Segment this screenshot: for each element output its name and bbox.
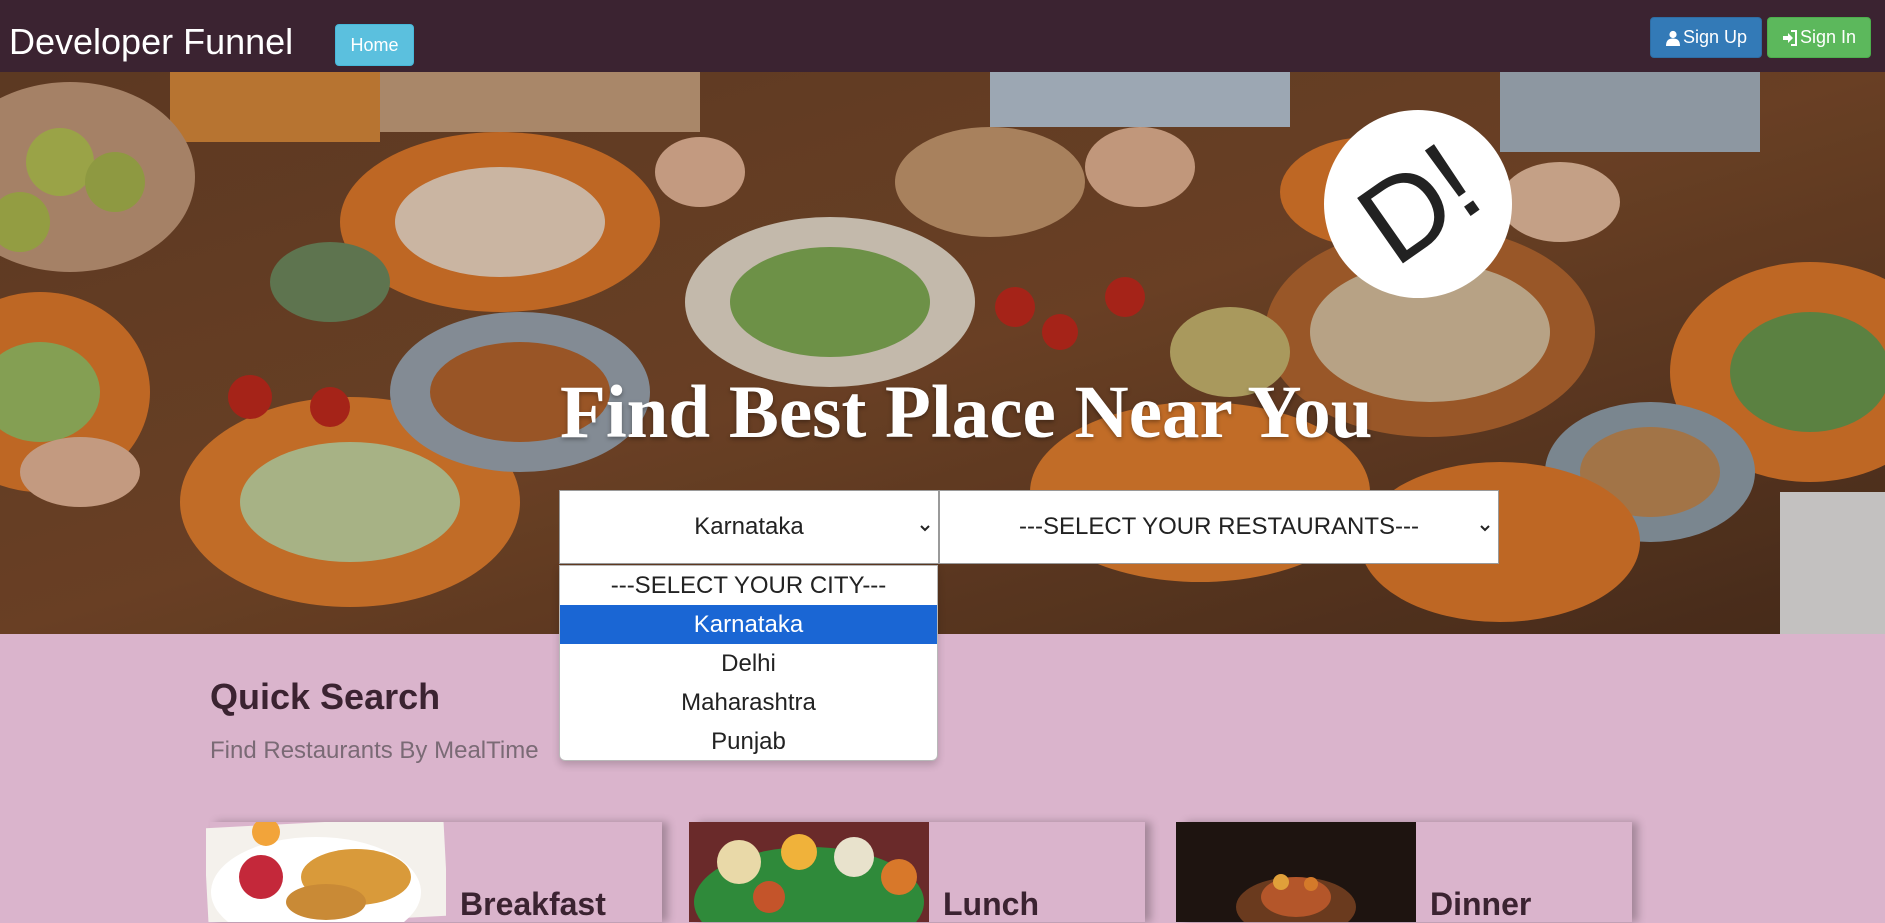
city-select-value: Karnataka (694, 513, 804, 540)
city-option-karnataka[interactable]: Karnataka (560, 605, 937, 644)
dinner-image (1176, 822, 1416, 922)
logo-badge[interactable]: D! (1324, 110, 1512, 298)
city-dropdown-list: ---SELECT YOUR CITY--- Karnataka Delhi M… (559, 565, 938, 761)
sign-in-label: Sign In (1799, 27, 1857, 47)
city-option-maharashtra[interactable]: Maharashtra (560, 683, 937, 722)
restaurant-select[interactable]: ---SELECT YOUR RESTAURANTS--- (939, 490, 1499, 564)
city-option-delhi[interactable]: Delhi (560, 644, 937, 683)
chevron-down-icon (920, 525, 930, 532)
meal-card-dinner[interactable]: Dinner (1176, 822, 1632, 922)
top-navbar: Developer Funnel Home Sign Up Sign In (0, 0, 1885, 72)
hero-title: Find Best Place Near You (560, 371, 1373, 454)
quick-search-subtitle: Find Restaurants By MealTime (210, 737, 539, 764)
restaurant-select-value: ---SELECT YOUR RESTAURANTS--- (1018, 513, 1420, 540)
lunch-image (689, 822, 929, 922)
meal-card-lunch[interactable]: Lunch (689, 822, 1145, 922)
chevron-down-icon (1480, 525, 1490, 532)
quick-search-title: Quick Search (210, 676, 441, 717)
city-option-placeholder[interactable]: ---SELECT YOUR CITY--- (560, 566, 937, 605)
city-select[interactable]: Karnataka (559, 490, 939, 564)
sign-up-button[interactable]: Sign Up (1650, 17, 1762, 58)
breakfast-image (206, 822, 446, 922)
user-icon (1665, 30, 1681, 46)
hero-banner: D! Find Best Place Near You Karnataka --… (0, 72, 1885, 634)
sign-in-button[interactable]: Sign In (1767, 17, 1871, 58)
log-in-icon (1782, 29, 1798, 46)
logo-text: D! (1334, 118, 1502, 290)
brand-title[interactable]: Developer Funnel (9, 20, 293, 64)
meal-card-breakfast[interactable]: Breakfast (206, 822, 662, 922)
city-option-punjab[interactable]: Punjab (560, 722, 937, 760)
home-button[interactable]: Home (335, 24, 414, 66)
sign-up-label: Sign Up (1682, 27, 1748, 47)
